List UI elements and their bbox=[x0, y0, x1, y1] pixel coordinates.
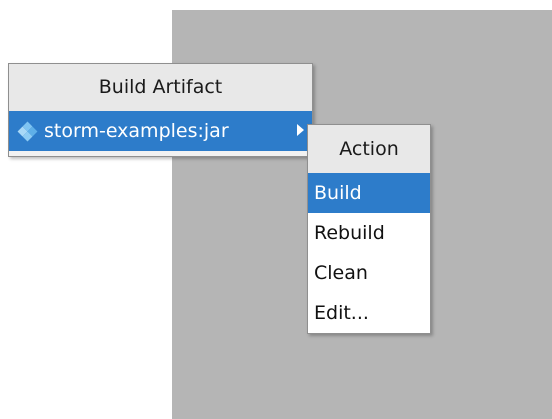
chevron-right-icon bbox=[297, 124, 304, 136]
submenu-title: Action bbox=[308, 125, 430, 173]
action-clean[interactable]: Clean bbox=[308, 253, 430, 293]
artifact-item-storm-examples-jar[interactable]: storm-examples:jar bbox=[9, 111, 312, 151]
popup-title: Build Artifact bbox=[9, 64, 312, 111]
action-rebuild[interactable]: Rebuild bbox=[308, 213, 430, 253]
build-artifact-popup: Build Artifact storm-examples:jar bbox=[8, 63, 313, 157]
action-submenu: Action Build Rebuild Clean Edit... bbox=[307, 124, 431, 334]
artifact-item-label: storm-examples:jar bbox=[44, 120, 229, 142]
artifact-diamond-icon bbox=[17, 121, 38, 141]
action-edit[interactable]: Edit... bbox=[308, 293, 430, 333]
action-build[interactable]: Build bbox=[308, 173, 430, 213]
